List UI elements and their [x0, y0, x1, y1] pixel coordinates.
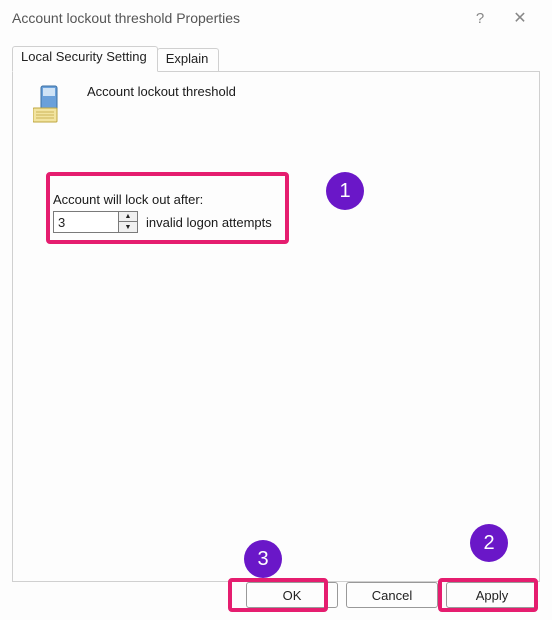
- tab-label: Local Security Setting: [21, 49, 147, 64]
- spinner: ▲ ▼: [118, 212, 137, 232]
- tabs: Local Security Setting Explain: [12, 46, 540, 72]
- policy-icon: [33, 84, 69, 127]
- apply-button[interactable]: Apply: [446, 582, 538, 608]
- threshold-input-row: ▲ ▼ invalid logon attempts: [53, 211, 272, 233]
- tab-explain[interactable]: Explain: [157, 48, 220, 71]
- threshold-unit-label: invalid logon attempts: [146, 215, 272, 230]
- chevron-down-icon: ▼: [125, 224, 132, 231]
- cancel-button[interactable]: Cancel: [346, 582, 438, 608]
- titlebar: Account lockout threshold Properties ? ✕: [0, 0, 552, 36]
- policy-header: Account lockout threshold: [33, 84, 525, 127]
- help-button[interactable]: ?: [460, 2, 500, 34]
- threshold-input-wrapper: ▲ ▼: [53, 211, 138, 233]
- policy-name: Account lockout threshold: [87, 84, 236, 99]
- threshold-label: Account will lock out after:: [53, 192, 272, 207]
- tab-local-security-setting[interactable]: Local Security Setting: [12, 46, 158, 72]
- tabs-container: Local Security Setting Explain: [0, 36, 552, 582]
- close-button[interactable]: ✕: [500, 2, 540, 34]
- properties-dialog: Account lockout threshold Properties ? ✕…: [0, 0, 552, 620]
- threshold-input[interactable]: [54, 212, 118, 232]
- close-icon: ✕: [513, 8, 526, 28]
- ok-button[interactable]: OK: [246, 582, 338, 608]
- spin-up-button[interactable]: ▲: [119, 212, 137, 222]
- chevron-up-icon: ▲: [125, 213, 132, 220]
- threshold-setting-group: Account will lock out after: ▲ ▼: [43, 184, 284, 245]
- spin-down-button[interactable]: ▼: [119, 222, 137, 232]
- window-title: Account lockout threshold Properties: [12, 10, 460, 26]
- dialog-button-row: OK Cancel Apply: [246, 582, 538, 608]
- tab-label: Explain: [166, 51, 209, 66]
- question-icon: ?: [476, 10, 484, 27]
- tab-body: Account lockout threshold Account will l…: [12, 72, 540, 582]
